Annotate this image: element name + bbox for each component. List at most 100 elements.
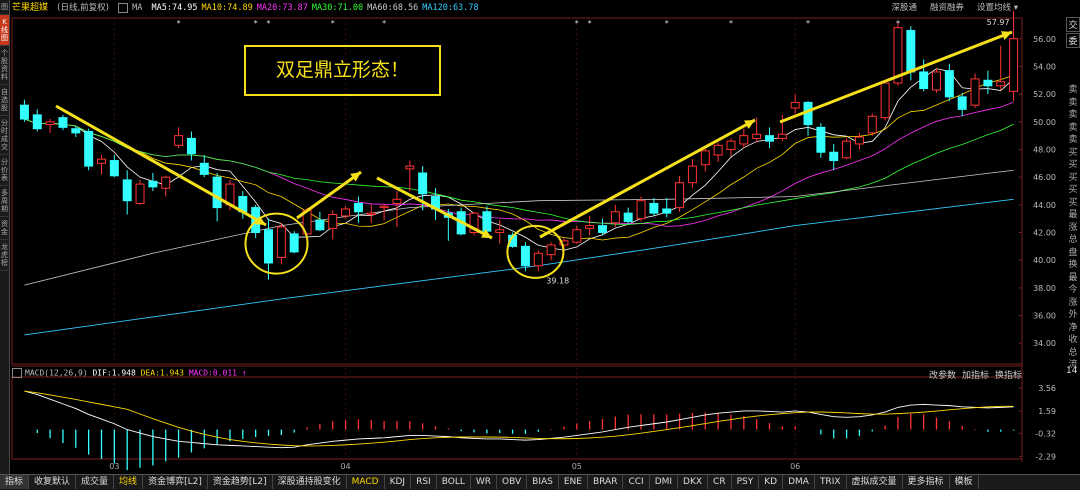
bottom-tab-19[interactable]: CR — [708, 475, 732, 489]
bottom-tab-25[interactable]: 更多指标 — [903, 475, 950, 489]
candle-body-76 — [996, 81, 1006, 87]
bottom-tab-24[interactable]: 虚拟成交量 — [847, 475, 903, 489]
x-tick-label-3: 06 — [790, 462, 800, 471]
candle-body-50 — [662, 208, 672, 214]
candle-body-6 — [97, 158, 106, 164]
macd-y-label-3: -2.29 — [1035, 452, 1056, 461]
y-tick-label-10: 36.00 — [1033, 312, 1056, 321]
candle-body-7 — [109, 160, 119, 177]
macd-info: MACD(12,26,9) DIF:1.948 DEA:1.943 MACD:0… — [12, 368, 247, 378]
candle-body-10 — [148, 180, 158, 188]
bottom-tab-3[interactable]: 均线 — [114, 475, 144, 489]
candle-body-9 — [135, 183, 145, 204]
candle-body-28 — [379, 205, 389, 209]
candle-body-0 — [19, 104, 29, 120]
y-tick-label-3: 50.00 — [1033, 118, 1056, 127]
y-tick-label-4: 48.00 — [1033, 145, 1056, 154]
candle-body-47 — [623, 212, 633, 222]
main-chart[interactable]: 56.00 54.00 52.00 50.00 48.00 46.00 44.00 42.00… — [0, 0, 1080, 474]
ma-line-MA120 — [24, 198, 1014, 336]
candle-body-57 — [752, 133, 762, 139]
candle-body-24 — [328, 214, 338, 229]
bottom-tab-10[interactable]: BOLL — [437, 475, 471, 489]
bottom-tab-1[interactable]: 收复默认 — [29, 475, 77, 489]
y-tick-label-9: 38.00 — [1033, 284, 1056, 293]
x-tick-label-1: 04 — [340, 462, 350, 471]
candle-body-49 — [649, 202, 659, 214]
macd-tool-2[interactable]: 换指标 — [995, 371, 1022, 381]
candle-body-70 — [919, 71, 929, 90]
bottom-tab-0[interactable]: 指标 — [0, 475, 30, 489]
candle-body-63 — [829, 151, 839, 162]
candle-body-72 — [944, 70, 954, 98]
y-tick-label-2: 52.00 — [1033, 90, 1056, 99]
up-arrow-icon: ↑ — [241, 368, 247, 378]
candle-body-27 — [366, 212, 376, 216]
candle-body-23 — [315, 219, 325, 231]
macd-dif: DIF:1.948 — [92, 368, 136, 378]
bottom-tab-6[interactable]: 深股通持股变化 — [273, 475, 347, 489]
ma-line-MA10 — [24, 74, 1014, 241]
candle-body-62 — [816, 126, 826, 153]
bottom-tab-5[interactable]: 资金趋势[L2] — [208, 475, 273, 489]
bottom-tab-8[interactable]: KDJ — [385, 475, 412, 489]
candle-body-59 — [777, 133, 787, 139]
dea-line — [24, 390, 1014, 447]
event-star-7: * — [665, 19, 669, 28]
candle-body-29 — [392, 198, 402, 204]
bottom-tab-22[interactable]: DMA — [783, 475, 815, 489]
bottom-tab-12[interactable]: OBV — [497, 475, 528, 489]
arrow-up-2-shaft — [539, 118, 756, 239]
candle-body-60 — [790, 101, 800, 109]
candle-body-13 — [186, 137, 196, 155]
bottom-tab-20[interactable]: PSY — [732, 475, 760, 489]
candle-body-15 — [212, 176, 222, 209]
macd-tool-1[interactable]: 加指标 — [962, 371, 989, 381]
candle-body-40 — [533, 252, 543, 267]
candle-body-20 — [276, 226, 286, 258]
event-star-3: * — [331, 19, 335, 28]
candle-body-58 — [765, 135, 774, 142]
bottom-tab-2[interactable]: 成交量 — [76, 475, 115, 489]
candle-body-75 — [983, 79, 993, 87]
bottom-tab-15[interactable]: BRAR — [588, 475, 624, 489]
macd-panel-frame — [11, 376, 1023, 460]
y-tick-label-8: 40.00 — [1033, 256, 1056, 265]
macd-tool-0[interactable]: 改参数 — [929, 371, 956, 381]
bottom-tab-11[interactable]: WR — [471, 475, 498, 489]
bottom-tab-13[interactable]: BIAS — [527, 475, 559, 489]
candle-body-2 — [45, 121, 55, 126]
bottom-tab-16[interactable]: CCI — [623, 475, 650, 489]
macd-settings-box[interactable] — [12, 368, 22, 378]
candle-body-43 — [572, 229, 582, 243]
candle-body-46 — [610, 211, 620, 224]
candle-body-52 — [687, 165, 697, 184]
candle-body-73 — [957, 96, 967, 110]
bottom-tab-21[interactable]: KD — [759, 475, 784, 489]
event-star-9: * — [806, 19, 810, 28]
bottom-tab-23[interactable]: TRIX — [815, 475, 847, 489]
bottom-tab-7[interactable]: MACD — [347, 475, 385, 489]
event-star-4: * — [382, 19, 386, 28]
macd-toolbar: 改参数 加指标 换指标 — [923, 368, 1022, 381]
bottom-tab-18[interactable]: DKX — [678, 475, 709, 489]
candle-body-74 — [970, 78, 980, 106]
macd-y-label-2: -0.32 — [1035, 429, 1056, 438]
bottom-tab-9[interactable]: RSI — [411, 475, 437, 489]
candle-body-8 — [122, 179, 132, 202]
candle-body-26 — [353, 202, 363, 213]
bottom-tab-4[interactable]: 资金博弈[L2] — [143, 475, 208, 489]
bottom-tab-17[interactable]: DMI — [650, 475, 679, 489]
candle-body-31 — [418, 172, 428, 195]
bottom-tab-26[interactable]: 模板 — [950, 475, 979, 489]
event-star-0: * — [177, 19, 181, 28]
candle-body-5 — [84, 130, 94, 167]
candle-body-41 — [546, 244, 556, 256]
candle-body-77 — [1009, 38, 1019, 92]
macd-y-label-1: 1.59 — [1038, 407, 1056, 416]
candle-body-14 — [199, 162, 209, 175]
bottom-tab-14[interactable]: ENE — [559, 475, 588, 489]
price-panel-frame — [11, 17, 1023, 365]
high-price-label: 57.97 — [987, 18, 1010, 27]
macd-value: MACD:0.011 — [188, 368, 237, 378]
